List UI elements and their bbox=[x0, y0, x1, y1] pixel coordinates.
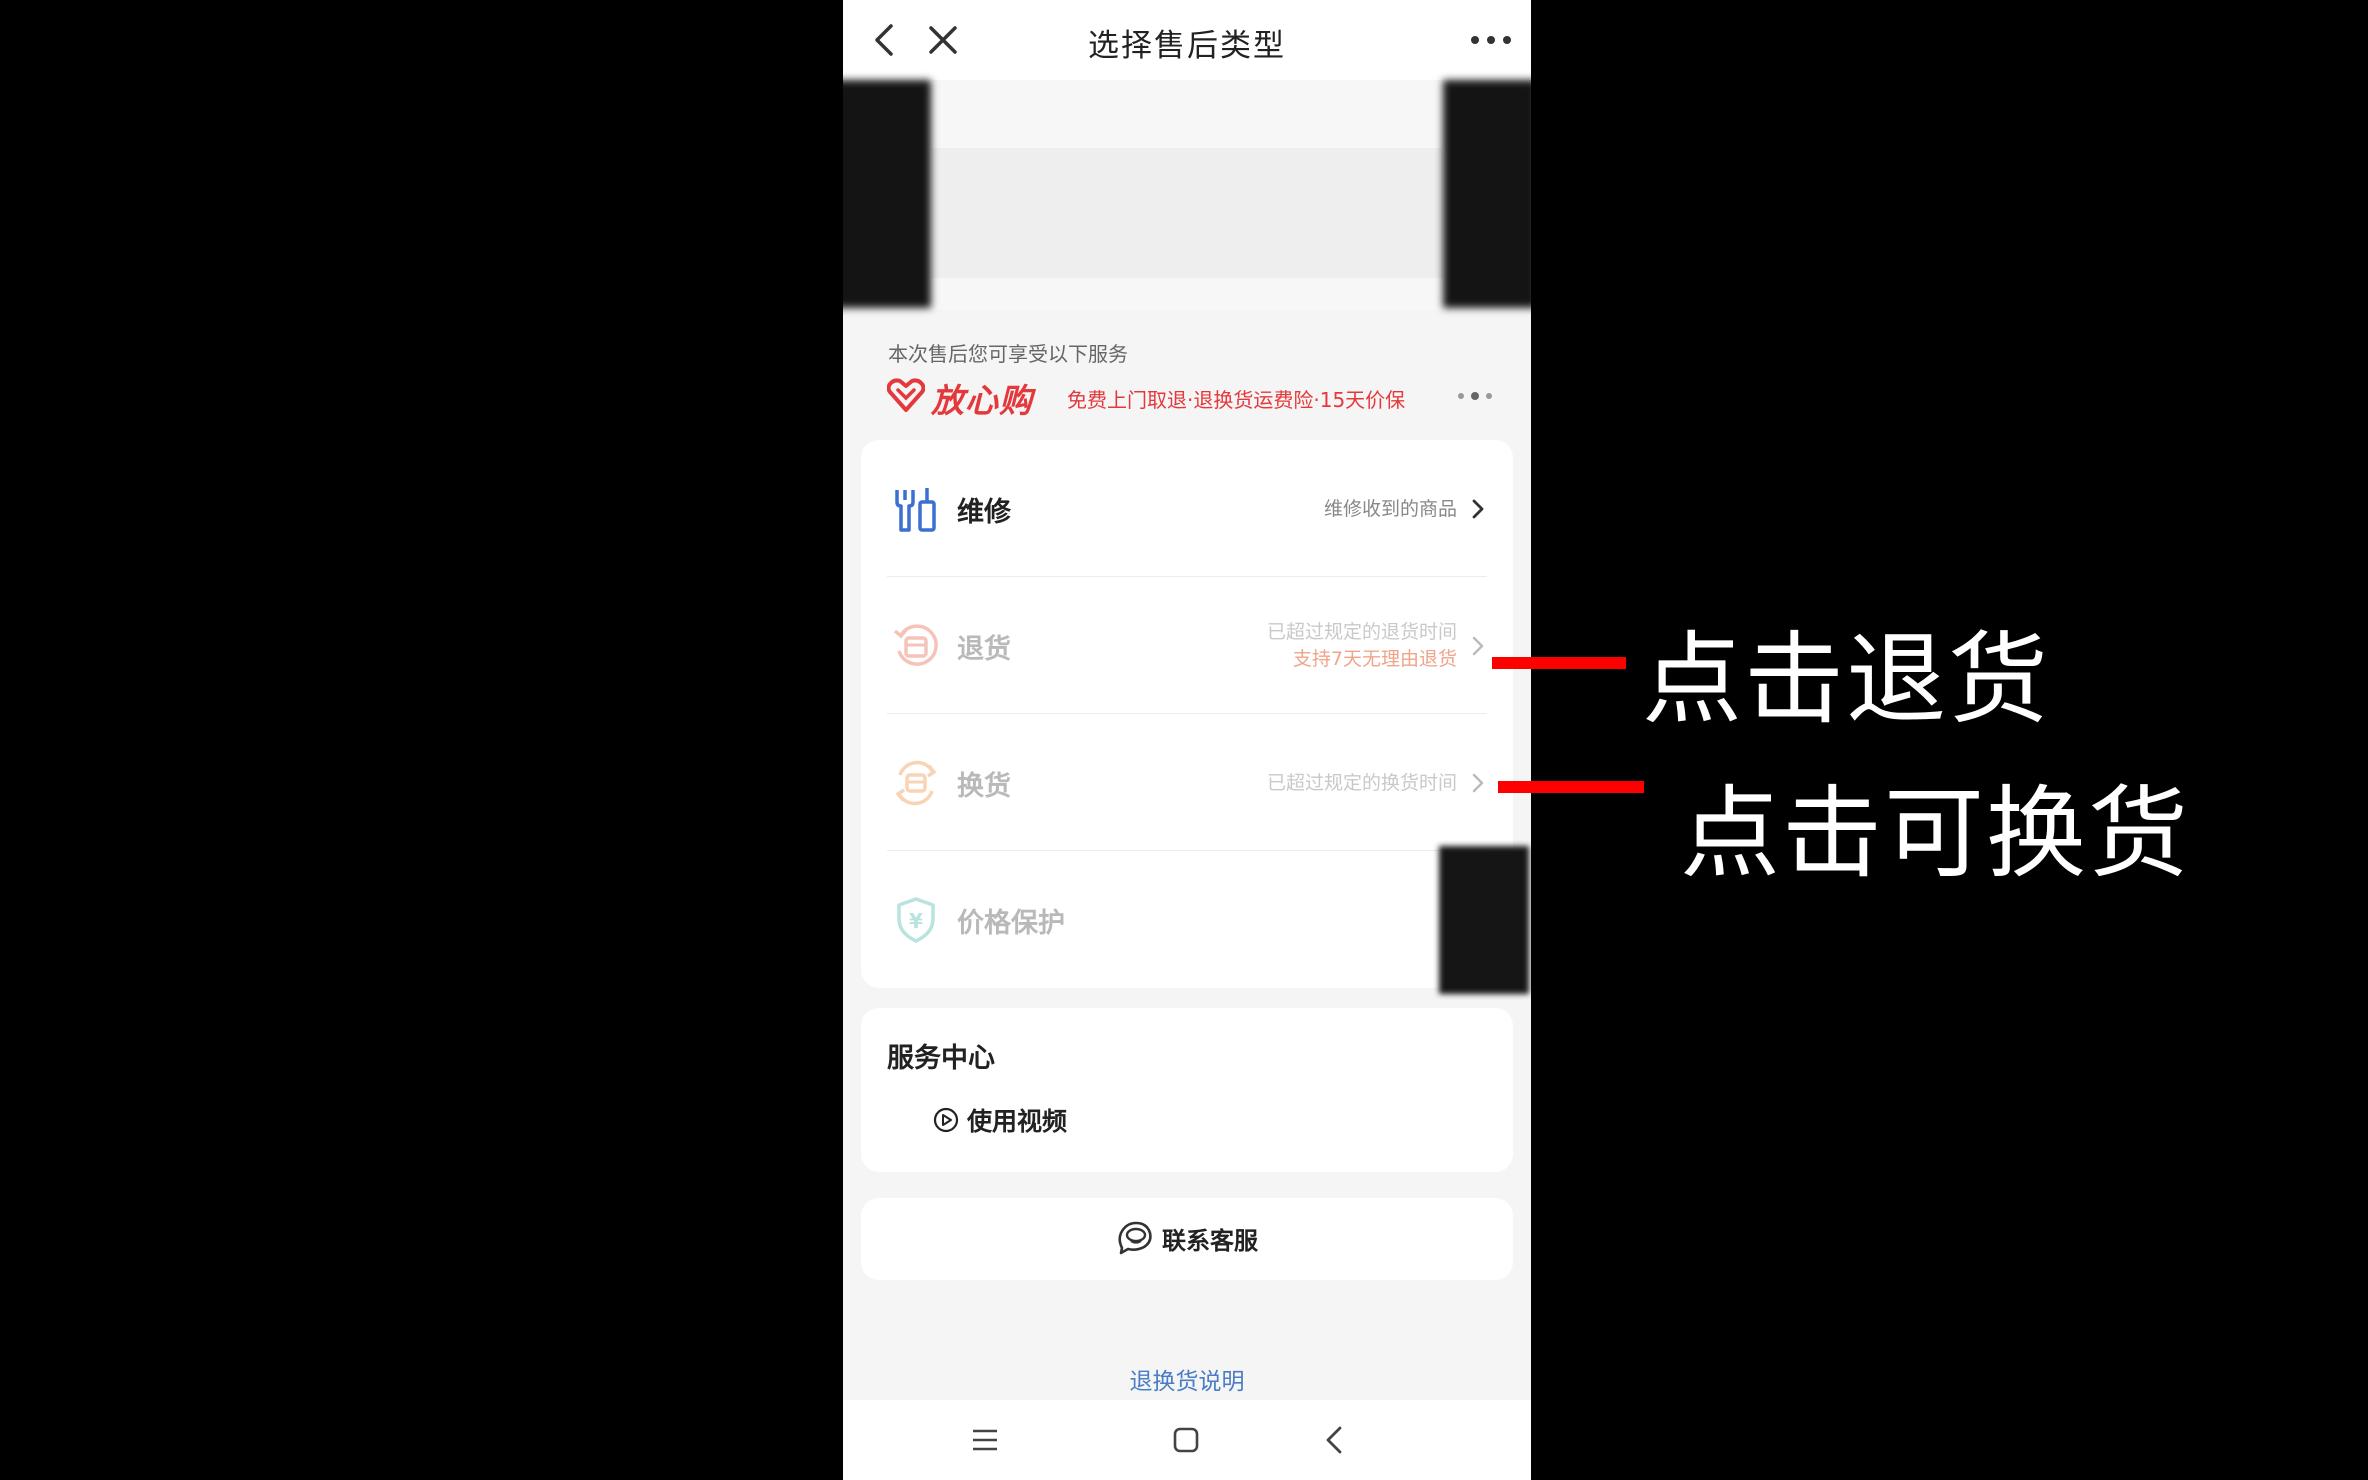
option-description: 已超过规定的退货时间 支持7天无理由退货 bbox=[1267, 619, 1457, 673]
annotation-text: 点击退货 bbox=[1642, 621, 2050, 738]
screen: 选择售后类型 本次售后您可享受以下服务 放心购 免费上门取退·退换货运费险·15… bbox=[0, 0, 2368, 1480]
annotation-pointer-line bbox=[1492, 657, 1626, 669]
price-shield-icon: ¥ bbox=[891, 895, 941, 945]
after-sale-options-card: 维修 维修收到的商品 退货 已超过规定的退货时间 支持7天无理由退货 换货 已超… bbox=[861, 440, 1513, 988]
option-description-accent: 支持7天无理由退货 bbox=[1292, 648, 1457, 670]
annotation-text: 点击可换货 bbox=[1680, 775, 2190, 892]
option-label: 维修 bbox=[957, 497, 1011, 528]
option-label: 换货 bbox=[957, 771, 1011, 802]
service-center-card: 服务中心 使用视频 bbox=[861, 1008, 1513, 1172]
system-navigation-bar bbox=[843, 1400, 1531, 1480]
return-box-icon bbox=[891, 621, 941, 671]
svg-text:¥: ¥ bbox=[909, 909, 923, 933]
chevron-right-icon bbox=[1469, 496, 1487, 522]
assurance-banner[interactable]: 放心购 免费上门取退·退换货运费险·15天价保 bbox=[886, 374, 1497, 420]
customer-service-icon bbox=[1118, 1221, 1152, 1255]
redaction-block bbox=[1443, 80, 1531, 308]
redaction-block bbox=[1439, 846, 1529, 994]
product-image-area bbox=[843, 80, 1531, 310]
heart-badge-icon bbox=[886, 378, 926, 412]
product-image-placeholder bbox=[931, 148, 1443, 278]
assurance-description: 免费上门取退·退换货运费险·15天价保 bbox=[1067, 388, 1406, 412]
option-repair[interactable]: 维修 维修收到的商品 bbox=[861, 440, 1513, 577]
option-label: 价格保护 bbox=[957, 908, 1065, 939]
usage-video-link[interactable]: 使用视频 bbox=[933, 1103, 1067, 1137]
top-navbar: 选择售后类型 bbox=[843, 0, 1531, 81]
option-return[interactable]: 退货 已超过规定的退货时间 支持7天无理由退货 bbox=[861, 577, 1513, 714]
option-description-line: 已超过规定的退货时间 bbox=[1266, 621, 1457, 643]
page-title: 选择售后类型 bbox=[1088, 28, 1286, 64]
return-policy-link[interactable]: 退换货说明 bbox=[843, 1362, 1531, 1396]
usage-video-label: 使用视频 bbox=[967, 1107, 1068, 1136]
redaction-block bbox=[843, 80, 931, 308]
home-icon[interactable] bbox=[1168, 1422, 1204, 1458]
option-label: 退货 bbox=[957, 634, 1011, 665]
menu-icon[interactable] bbox=[967, 1422, 1003, 1458]
service-hint-text: 本次售后您可享受以下服务 bbox=[888, 342, 1128, 366]
repair-tools-icon bbox=[891, 484, 941, 534]
more-dots-icon[interactable] bbox=[1453, 386, 1497, 406]
option-description: 已超过规定的换货时间 bbox=[1266, 772, 1457, 794]
more-dots-icon[interactable] bbox=[1465, 18, 1517, 62]
contact-service-button[interactable]: 联系客服 bbox=[861, 1198, 1513, 1280]
assurance-brand: 放心购 bbox=[931, 381, 1033, 420]
option-description: 维修收到的商品 bbox=[1323, 498, 1457, 520]
back-icon[interactable] bbox=[1317, 1422, 1353, 1458]
contact-service-label: 联系客服 bbox=[1162, 1226, 1258, 1255]
redaction-block bbox=[1101, 860, 1311, 986]
chevron-right-icon bbox=[1469, 770, 1487, 796]
chevron-right-icon bbox=[1469, 633, 1487, 659]
annotation-pointer-line bbox=[1498, 781, 1644, 793]
play-circle-icon bbox=[933, 1107, 959, 1133]
phone-viewport: 选择售后类型 本次售后您可享受以下服务 放心购 免费上门取退·退换货运费险·15… bbox=[843, 0, 1531, 1480]
exchange-box-icon bbox=[891, 758, 941, 808]
service-center-title: 服务中心 bbox=[887, 1043, 995, 1074]
option-exchange[interactable]: 换货 已超过规定的换货时间 bbox=[861, 714, 1513, 851]
contact-service-content: 联系客服 bbox=[861, 1220, 1513, 1256]
